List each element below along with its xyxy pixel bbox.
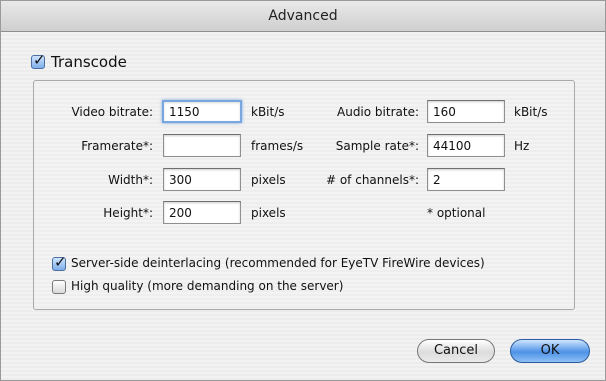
video-bitrate-unit: kBit/s — [251, 105, 285, 119]
framerate-unit: frames/s — [251, 139, 304, 153]
sample-rate-unit: Hz — [514, 139, 530, 153]
height-label: Height*: — [103, 206, 153, 220]
width-unit: pixels — [251, 173, 286, 187]
channels-label: # of channels*: — [325, 173, 419, 187]
channels-input[interactable] — [427, 168, 505, 191]
dialog-title: Advanced — [1, 1, 605, 32]
optional-note: * optional — [427, 206, 486, 220]
checkmark-icon: ✓ — [33, 51, 46, 69]
height-input[interactable] — [163, 201, 241, 224]
video-bitrate-label: Video bitrate: — [71, 105, 153, 119]
transcode-label: Transcode — [51, 53, 127, 71]
ok-button[interactable]: OK — [510, 339, 590, 363]
width-input[interactable] — [163, 168, 241, 191]
height-unit: pixels — [251, 206, 286, 220]
deinterlacing-checkbox[interactable]: ✓ — [52, 253, 67, 271]
deinterlacing-label: Server-side deinterlacing (recommended f… — [71, 256, 485, 270]
audio-bitrate-input[interactable] — [427, 100, 505, 123]
advanced-dialog: Advanced ✓ Transcode Video bitrate: kBit… — [0, 0, 606, 381]
sample-rate-input[interactable] — [427, 134, 505, 157]
audio-bitrate-unit: kBit/s — [514, 105, 548, 119]
width-label: Width*: — [108, 173, 153, 187]
audio-bitrate-label: Audio bitrate: — [337, 105, 419, 119]
framerate-label: Framerate*: — [81, 139, 153, 153]
cancel-button[interactable]: Cancel — [417, 339, 495, 363]
checkmark-icon: ✓ — [54, 253, 67, 271]
video-bitrate-input[interactable] — [162, 100, 242, 123]
framerate-input[interactable] — [163, 134, 241, 157]
sample-rate-label: Sample rate*: — [335, 139, 419, 153]
high-quality-checkbox[interactable] — [52, 280, 66, 294]
high-quality-label: High quality (more demanding on the serv… — [71, 279, 344, 293]
transcode-checkbox[interactable]: ✓ — [31, 51, 46, 69]
